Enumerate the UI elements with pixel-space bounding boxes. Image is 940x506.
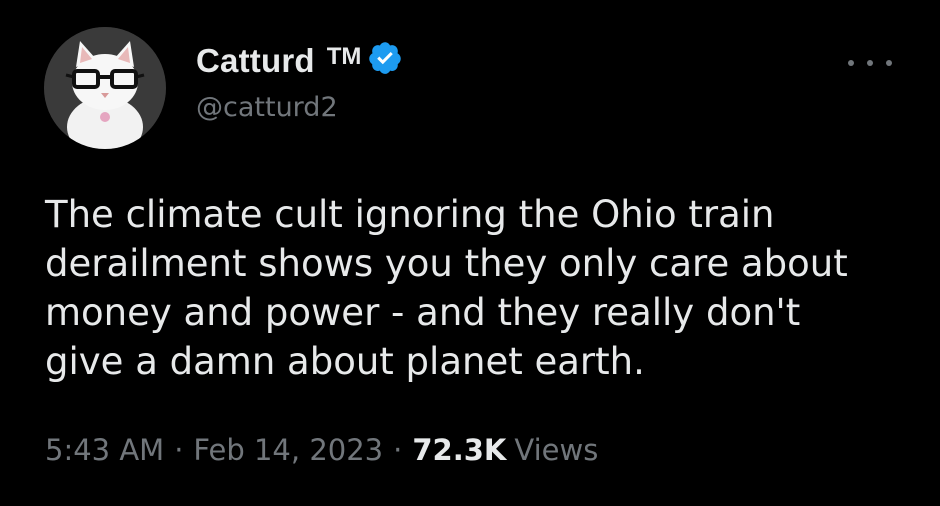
tweet-meta: 5:43 AM · Feb 14, 2023 · 72.3K Views: [45, 433, 598, 467]
avatar[interactable]: [44, 27, 166, 149]
trademark-symbol: TM: [326, 43, 362, 70]
author-name-row[interactable]: Catturd TM: [196, 40, 403, 82]
views-count[interactable]: 72.3K: [412, 433, 506, 467]
tweet-time[interactable]: 5:43 AM: [45, 433, 164, 467]
meta-separator: ·: [393, 433, 403, 467]
views-label: Views: [514, 433, 599, 467]
display-name[interactable]: Catturd: [196, 42, 315, 80]
tweet-text: The climate cult ignoring the Ohio train…: [45, 193, 848, 383]
more-options-icon: [886, 60, 892, 66]
verified-badge-icon[interactable]: [367, 40, 403, 76]
more-options-icon: [848, 60, 854, 66]
more-options-button[interactable]: [848, 55, 892, 71]
more-options-icon: [867, 60, 873, 66]
author-handle[interactable]: @catturd2: [196, 92, 338, 123]
cat-with-glasses-avatar-icon: [44, 27, 166, 149]
tweet-card: Catturd TM @catturd2 The climate cult ig…: [0, 0, 940, 506]
tweet-date[interactable]: Feb 14, 2023: [193, 433, 383, 467]
meta-separator: ·: [174, 433, 184, 467]
